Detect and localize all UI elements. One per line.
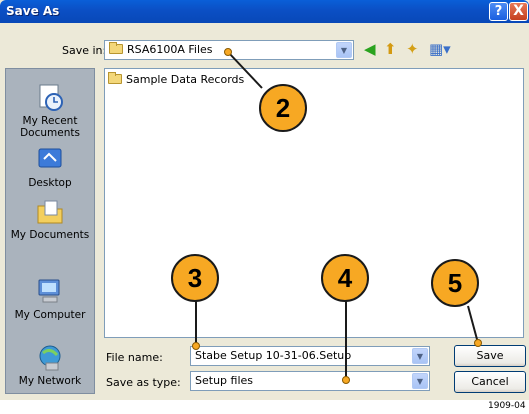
- file-name-value[interactable]: Stabe Setup 10-31-06.Setup: [195, 349, 351, 362]
- save-as-dialog: Save As ? X Save in: RSA6100A Files ▼ ◀ …: [0, 0, 529, 400]
- save-button[interactable]: Save: [454, 345, 526, 367]
- chevron-down-icon[interactable]: ▼: [412, 348, 428, 364]
- place-label: My Documents: [10, 229, 90, 241]
- folder-icon: [109, 42, 123, 54]
- title-bar[interactable]: Save As ? X: [0, 0, 529, 23]
- callout-badge: 3: [171, 254, 219, 302]
- figure-number: 1909-04: [488, 401, 526, 411]
- chevron-down-icon[interactable]: ▼: [336, 42, 352, 58]
- place-my-network[interactable]: My Network: [6, 343, 94, 387]
- place-my-documents[interactable]: My Documents: [6, 197, 94, 241]
- file-name-input[interactable]: Stabe Setup 10-31-06.Setup ▼: [190, 346, 430, 366]
- close-button[interactable]: X: [509, 2, 528, 21]
- save-in-label: Save in:: [62, 44, 107, 57]
- list-item-label: Sample Data Records: [126, 73, 245, 86]
- save-as-type-label: Save as type:: [106, 376, 181, 389]
- callout-badge: 2: [259, 84, 307, 132]
- chevron-down-icon[interactable]: ▼: [412, 373, 428, 389]
- new-folder-icon[interactable]: ✦: [406, 40, 419, 58]
- views-menu-icon[interactable]: ▦▾: [429, 40, 451, 58]
- my-documents-icon: [37, 200, 63, 224]
- cancel-button[interactable]: Cancel: [454, 371, 526, 393]
- help-button[interactable]: ?: [489, 2, 508, 21]
- place-recent-documents[interactable]: My Recent Documents: [6, 83, 94, 139]
- my-network-icon: [39, 345, 61, 371]
- file-name-label: File name:: [106, 351, 163, 364]
- callout-marker: [342, 376, 350, 384]
- callout-marker: [474, 339, 482, 347]
- save-in-value: RSA6100A Files: [127, 43, 213, 56]
- callout-badge: 5: [431, 259, 479, 307]
- place-label: Desktop: [28, 177, 72, 189]
- place-my-computer[interactable]: My Computer: [6, 277, 94, 321]
- place-label: My Network: [18, 375, 82, 387]
- dialog-title: Save As: [6, 4, 60, 18]
- list-item[interactable]: Sample Data Records: [108, 72, 245, 86]
- back-icon[interactable]: ◀: [364, 40, 376, 58]
- recent-documents-icon: [39, 84, 63, 111]
- save-as-type-value: Setup files: [195, 374, 253, 387]
- save-as-type-dropdown[interactable]: Setup files ▼: [190, 371, 430, 391]
- up-folder-icon[interactable]: ⬆: [384, 40, 397, 58]
- my-computer-icon: [38, 279, 60, 303]
- place-label: My Computer: [14, 309, 86, 321]
- callout-marker: [224, 48, 232, 56]
- folder-icon: [108, 72, 122, 84]
- places-bar: My Recent Documents Desktop My Documents…: [5, 68, 95, 394]
- place-desktop[interactable]: Desktop: [6, 145, 94, 189]
- callout-marker: [192, 342, 200, 350]
- place-label: My Recent Documents: [20, 115, 80, 139]
- desktop-icon: [38, 148, 62, 168]
- callout-badge: 4: [321, 254, 369, 302]
